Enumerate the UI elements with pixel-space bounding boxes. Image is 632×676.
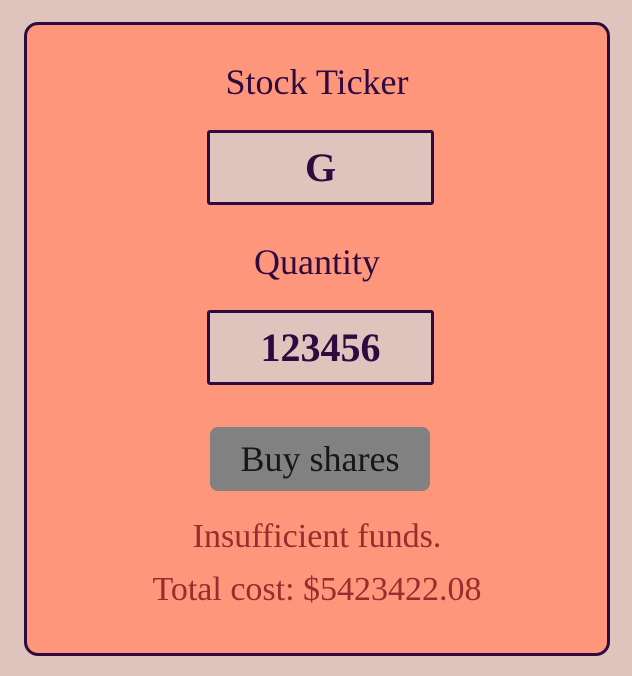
quantity-label: Quantity [254, 242, 380, 282]
buy-shares-button[interactable]: Buy shares [210, 427, 430, 491]
buy-shares-card: Stock Ticker Quantity Buy shares Insuffi… [24, 22, 610, 656]
quantity-input[interactable] [207, 310, 434, 385]
ticker-input[interactable] [207, 130, 434, 205]
error-message: Insufficient funds. [192, 518, 442, 555]
total-cost: Total cost: $5423422.08 [152, 571, 482, 608]
ticker-label: Stock Ticker [225, 62, 409, 102]
